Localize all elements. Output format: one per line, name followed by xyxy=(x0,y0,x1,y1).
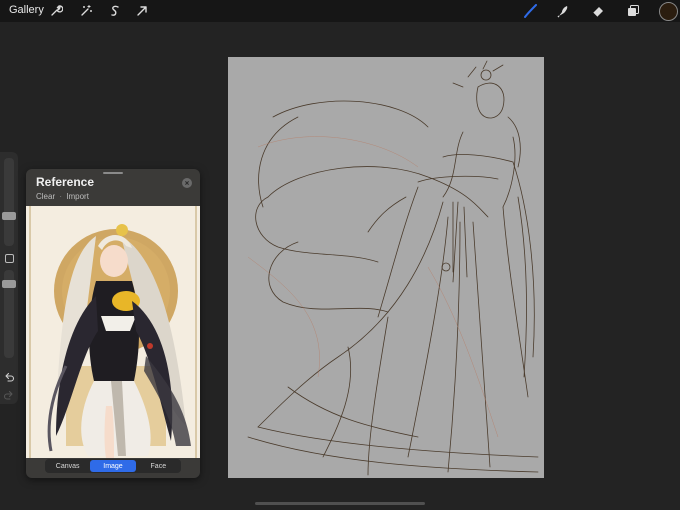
layers-icon[interactable] xyxy=(625,3,641,19)
left-sidebar xyxy=(0,152,18,404)
undo-icon[interactable] xyxy=(3,370,15,382)
brush-size-slider[interactable] xyxy=(4,158,14,246)
reference-title: Reference xyxy=(36,175,95,189)
tab-face[interactable]: Face xyxy=(136,459,181,473)
wrench-icon[interactable] xyxy=(48,3,64,19)
reference-panel: Reference Clear · Import Canvas Image Fa… xyxy=(26,169,200,478)
clear-button[interactable]: Clear xyxy=(36,192,55,201)
reference-tabs: Canvas Image Face xyxy=(45,459,181,473)
gallery-button[interactable]: Gallery xyxy=(9,4,44,16)
tab-image[interactable]: Image xyxy=(90,460,136,472)
tab-canvas[interactable]: Canvas xyxy=(45,459,90,473)
import-button[interactable]: Import xyxy=(66,192,89,201)
reference-actions: Clear · Import xyxy=(36,192,89,201)
selection-icon[interactable] xyxy=(107,3,123,19)
redo-icon[interactable] xyxy=(3,388,15,400)
drawing-canvas[interactable] xyxy=(228,57,544,478)
magic-wand-icon[interactable] xyxy=(78,3,94,19)
close-icon[interactable] xyxy=(182,178,192,188)
top-toolbar: Gallery xyxy=(0,0,680,22)
eraser-icon[interactable] xyxy=(590,3,606,19)
drag-handle[interactable] xyxy=(103,172,123,174)
eyedropper-button[interactable] xyxy=(5,254,14,263)
brush-icon[interactable] xyxy=(522,3,538,19)
transform-icon[interactable] xyxy=(134,3,150,19)
home-indicator xyxy=(255,502,425,505)
smudge-icon[interactable] xyxy=(555,3,571,19)
color-swatch[interactable] xyxy=(659,2,678,21)
opacity-thumb[interactable] xyxy=(2,280,16,288)
brush-size-thumb[interactable] xyxy=(2,212,16,220)
reference-image xyxy=(26,206,200,458)
